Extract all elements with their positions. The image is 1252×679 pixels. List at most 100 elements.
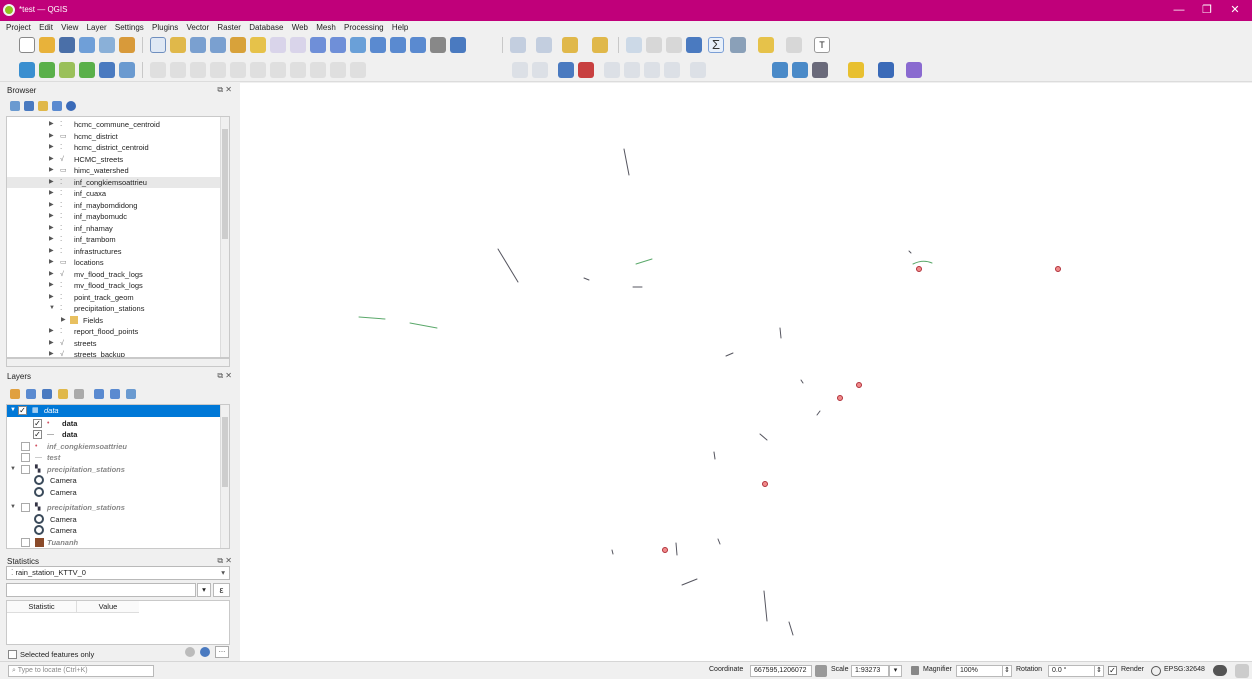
plugin-icon[interactable]	[906, 62, 922, 78]
expand-all-icon[interactable]	[94, 389, 104, 399]
python-console-icon[interactable]	[848, 62, 864, 78]
highlight-labels-icon[interactable]	[558, 62, 574, 78]
layer-group-data[interactable]: ▼ ✓ ▦ data	[7, 405, 229, 417]
menu-view[interactable]: View	[61, 21, 78, 34]
spinner-icon[interactable]: ⇕	[1002, 665, 1012, 677]
scale-field[interactable]: 1:93273	[851, 665, 889, 677]
browser-item[interactable]: ▼ ⁚ precipitation_stations	[7, 303, 229, 315]
new-shapefile-icon[interactable]	[79, 62, 95, 78]
help-icon[interactable]	[878, 62, 894, 78]
field-select[interactable]	[6, 583, 196, 597]
layer-visibility-checkbox[interactable]: ✓	[33, 418, 42, 428]
browser-item[interactable]: ▶ ⁚ inf_maybomudc	[7, 211, 229, 223]
browser-item[interactable]: ▶ √ mv_flood_track_logs	[7, 269, 229, 281]
remove-layer-icon[interactable]	[126, 389, 136, 399]
redo-icon[interactable]	[350, 62, 366, 78]
chevron-down-icon[interactable]: ▾	[197, 583, 211, 597]
layer-select[interactable]: ⁚ rain_station_KTTV_0 ▾	[6, 566, 230, 580]
layer-item[interactable]: ✓ — data	[7, 429, 229, 441]
new-print-layout-icon[interactable]	[99, 37, 115, 53]
layer-visibility-checkbox[interactable]	[21, 464, 30, 474]
zoom-to-point-icon[interactable]	[786, 37, 802, 53]
scroll-thumb[interactable]	[222, 417, 228, 487]
browser-item[interactable]: ▶ ⁚ inf_congkiemsoattrieu	[7, 176, 229, 188]
station-point[interactable]	[1055, 266, 1061, 272]
undo-icon[interactable]	[330, 62, 346, 78]
spatialite-icon[interactable]	[792, 62, 808, 78]
restore-icon[interactable]: ❐	[1194, 3, 1220, 18]
cut-features-icon[interactable]	[270, 62, 286, 78]
refresh-icon[interactable]	[200, 647, 210, 657]
filter-by-expression-icon[interactable]	[74, 389, 84, 399]
zoom-native-icon[interactable]	[290, 37, 306, 53]
current-edits-icon[interactable]	[150, 62, 166, 78]
new-3d-view-icon[interactable]	[370, 37, 386, 53]
layer-item[interactable]: ▼ ▚ precipitation_stations	[7, 502, 229, 514]
chevron-down-icon[interactable]: ▾	[889, 665, 902, 677]
open-layer-styling-icon[interactable]	[10, 389, 20, 399]
layer-item[interactable]: ▼ ▚ precipitation_stations	[7, 464, 229, 476]
bookmark-icon[interactable]	[390, 37, 406, 53]
collapse-all-icon[interactable]	[52, 101, 62, 111]
paste-features-icon[interactable]	[310, 62, 326, 78]
layer-visibility-checkbox[interactable]: ✓	[33, 430, 42, 439]
browser-item[interactable]: ▶ ⁚ inf_trambom	[7, 234, 229, 246]
spinner-icon[interactable]: ⇕	[1094, 665, 1104, 677]
layers-scrollbar[interactable]	[220, 405, 229, 548]
delete-selected-icon[interactable]	[250, 62, 266, 78]
browser-item[interactable]: ▶ ⁚ point_track_geom	[7, 292, 229, 304]
browser-item[interactable]: ▶ ⁚ hcmc_district_centroid	[7, 142, 229, 154]
enable-properties-icon[interactable]	[66, 101, 76, 111]
text-annotation-icon[interactable]: T	[814, 37, 830, 53]
annotation-icon[interactable]	[666, 37, 682, 53]
more-options-button[interactable]: …	[215, 646, 229, 658]
menu-layer[interactable]: Layer	[87, 21, 107, 34]
move-label-icon[interactable]	[578, 62, 594, 78]
panel-float-close-icon[interactable]: ⧉ ✕	[217, 85, 232, 95]
column-header-value[interactable]: Value	[77, 601, 139, 613]
zoom-full-icon[interactable]	[230, 37, 246, 53]
layer-visibility-checkbox[interactable]	[21, 503, 30, 512]
sum-icon[interactable]: Σ	[708, 37, 724, 53]
zoom-in-icon[interactable]	[190, 37, 206, 53]
label-properties-icon[interactable]	[664, 62, 680, 78]
locator-search-input[interactable]: ⌕ Type to locate (Ctrl+K)	[8, 665, 154, 677]
identify-icon[interactable]	[510, 37, 526, 53]
save-edits-icon[interactable]	[190, 62, 206, 78]
add-selected-layers-icon[interactable]	[10, 101, 20, 111]
menu-plugins[interactable]: Plugins	[152, 21, 178, 34]
browser-scrollbar[interactable]	[220, 117, 229, 357]
add-group-icon[interactable]	[26, 389, 36, 399]
db-manager-icon[interactable]	[772, 62, 788, 78]
deselect-icon[interactable]	[592, 37, 608, 53]
new-project-icon[interactable]	[19, 37, 35, 53]
menu-raster[interactable]: Raster	[217, 21, 241, 34]
browser-item[interactable]: ▶ ⁚ infrastructures	[7, 246, 229, 258]
layer-item[interactable]: — test	[7, 452, 229, 464]
scroll-thumb[interactable]	[222, 129, 228, 239]
show-statistics-icon[interactable]	[686, 37, 702, 53]
browser-hscrollbar[interactable]	[6, 358, 230, 367]
filter-browser-icon[interactable]	[38, 101, 48, 111]
browser-item[interactable]: ▶ ⁚ inf_cuaxa	[7, 188, 229, 200]
gear-icon[interactable]	[185, 647, 195, 657]
vertex-tool-icon[interactable]	[230, 62, 246, 78]
panel-float-close-icon[interactable]: ⧉ ✕	[217, 556, 232, 566]
selected-only-checkbox[interactable]	[8, 650, 17, 659]
browser-item[interactable]: ▶ ⁚ inf_maybomdidong	[7, 200, 229, 212]
copy-features-icon[interactable]	[290, 62, 306, 78]
pan-to-selection-icon[interactable]	[170, 37, 186, 53]
browser-item[interactable]: ▶ Fields	[7, 315, 229, 327]
add-feature-icon[interactable]	[210, 62, 226, 78]
data-source-manager-icon[interactable]	[19, 62, 35, 78]
browser-item[interactable]: ▶ √ streets_backup	[7, 349, 229, 357]
temporal-controller-icon[interactable]	[430, 37, 446, 53]
add-vector-layer-icon[interactable]	[59, 62, 75, 78]
open-project-icon[interactable]	[39, 37, 55, 53]
add-wms-layer-icon[interactable]	[99, 62, 115, 78]
pan-icon[interactable]	[150, 37, 166, 53]
save-as-icon[interactable]	[79, 37, 95, 53]
grass-icon[interactable]	[812, 62, 828, 78]
column-header-statistic[interactable]: Statistic	[7, 601, 77, 613]
toggle-extents-icon[interactable]	[815, 665, 827, 677]
